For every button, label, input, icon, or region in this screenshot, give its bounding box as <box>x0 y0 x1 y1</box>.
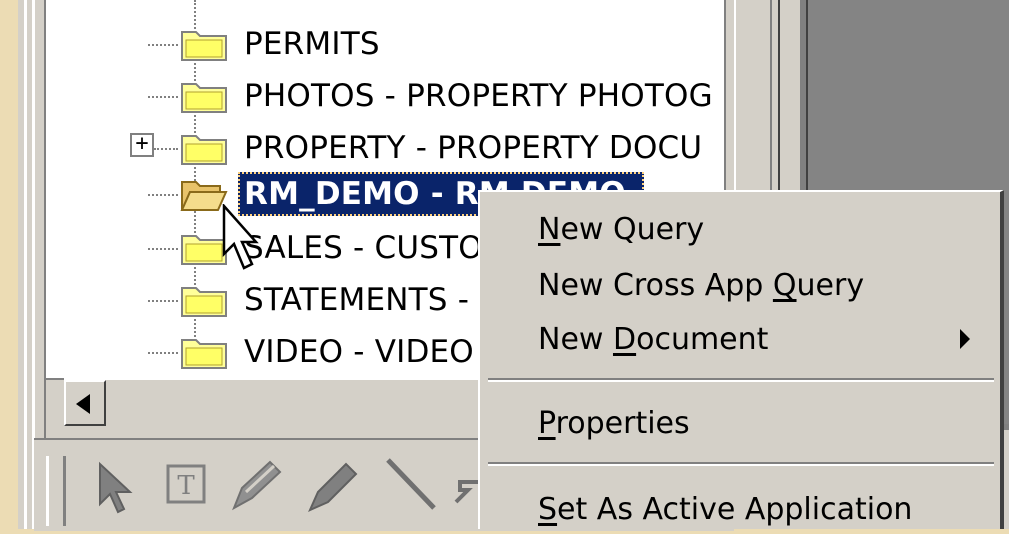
tree-node[interactable]: PHOTOS - PROPERTY PHOTOG <box>244 74 713 118</box>
tree-node[interactable]: STATEMENTS - <box>244 278 469 322</box>
menu-label-new-query: ew Query <box>560 211 705 247</box>
tree-connector <box>148 352 178 354</box>
tree-connector <box>148 248 178 250</box>
menu-item-new-cross-app-query[interactable]: New Cross App Query <box>480 260 1000 310</box>
tree-connector <box>148 44 178 46</box>
folder-icon <box>181 31 227 61</box>
menu-item-new-document[interactable]: New Document <box>480 314 1000 364</box>
toolbar-grip[interactable] <box>46 456 66 526</box>
tree-node-label: VIDEO - VIDEO <box>244 333 474 370</box>
highlighter-icon[interactable] <box>300 452 360 522</box>
folder-icon <box>181 287 227 317</box>
menu-item-new-query[interactable]: New Query <box>480 204 1000 254</box>
menu-item-set-active-application[interactable]: Set As Active Application <box>480 484 1000 534</box>
svg-text:T: T <box>177 471 195 501</box>
menu-label-new-cross-app-query: New Cross App Query <box>538 267 865 303</box>
menu-label-properties: Properties <box>538 405 690 441</box>
scroll-left-button[interactable] <box>64 380 106 426</box>
folder-icon <box>181 339 227 369</box>
folder-icon <box>181 135 227 165</box>
tree-connector <box>148 194 178 196</box>
pen-tool-icon[interactable] <box>226 452 286 522</box>
tree-node-label: PHOTOS - PROPERTY PHOTOG <box>244 77 713 114</box>
tree-node[interactable]: SALES - CUSTO <box>244 226 483 270</box>
select-arrow-icon[interactable] <box>86 452 146 522</box>
menu-label-new-document: New Document <box>538 321 769 357</box>
tree-node-label: SALES - CUSTO <box>244 229 483 266</box>
menu-item-properties[interactable]: Properties <box>480 398 1000 448</box>
accel-n: N <box>538 211 561 247</box>
menu-separator <box>488 378 994 382</box>
tree-node[interactable]: PROPERTY - PROPERTY DOCU <box>244 126 702 170</box>
mouse-cursor-icon <box>222 204 259 270</box>
context-menu: New Query New Cross App Query New Docume… <box>478 190 1004 529</box>
tree-node-label: PERMITS <box>244 25 380 62</box>
tree-connector <box>154 148 178 150</box>
submenu-arrow-icon <box>960 329 970 349</box>
text-tool-icon[interactable]: T <box>156 452 216 522</box>
tree-node[interactable]: PERMITS <box>244 22 380 66</box>
line-tool-icon[interactable] <box>380 452 440 522</box>
tree-node-label: PROPERTY - PROPERTY DOCU <box>244 129 703 166</box>
menu-separator <box>488 462 994 466</box>
tree-connector <box>148 96 178 98</box>
tree-connector <box>148 300 178 302</box>
tree-node-label: STATEMENTS - <box>244 281 470 318</box>
expand-toggle[interactable]: + <box>130 133 154 157</box>
menu-label-set-active-application: Set As Active Application <box>538 491 913 527</box>
folder-icon <box>181 83 227 113</box>
tree-node[interactable]: VIDEO - VIDEO <box>244 330 474 374</box>
